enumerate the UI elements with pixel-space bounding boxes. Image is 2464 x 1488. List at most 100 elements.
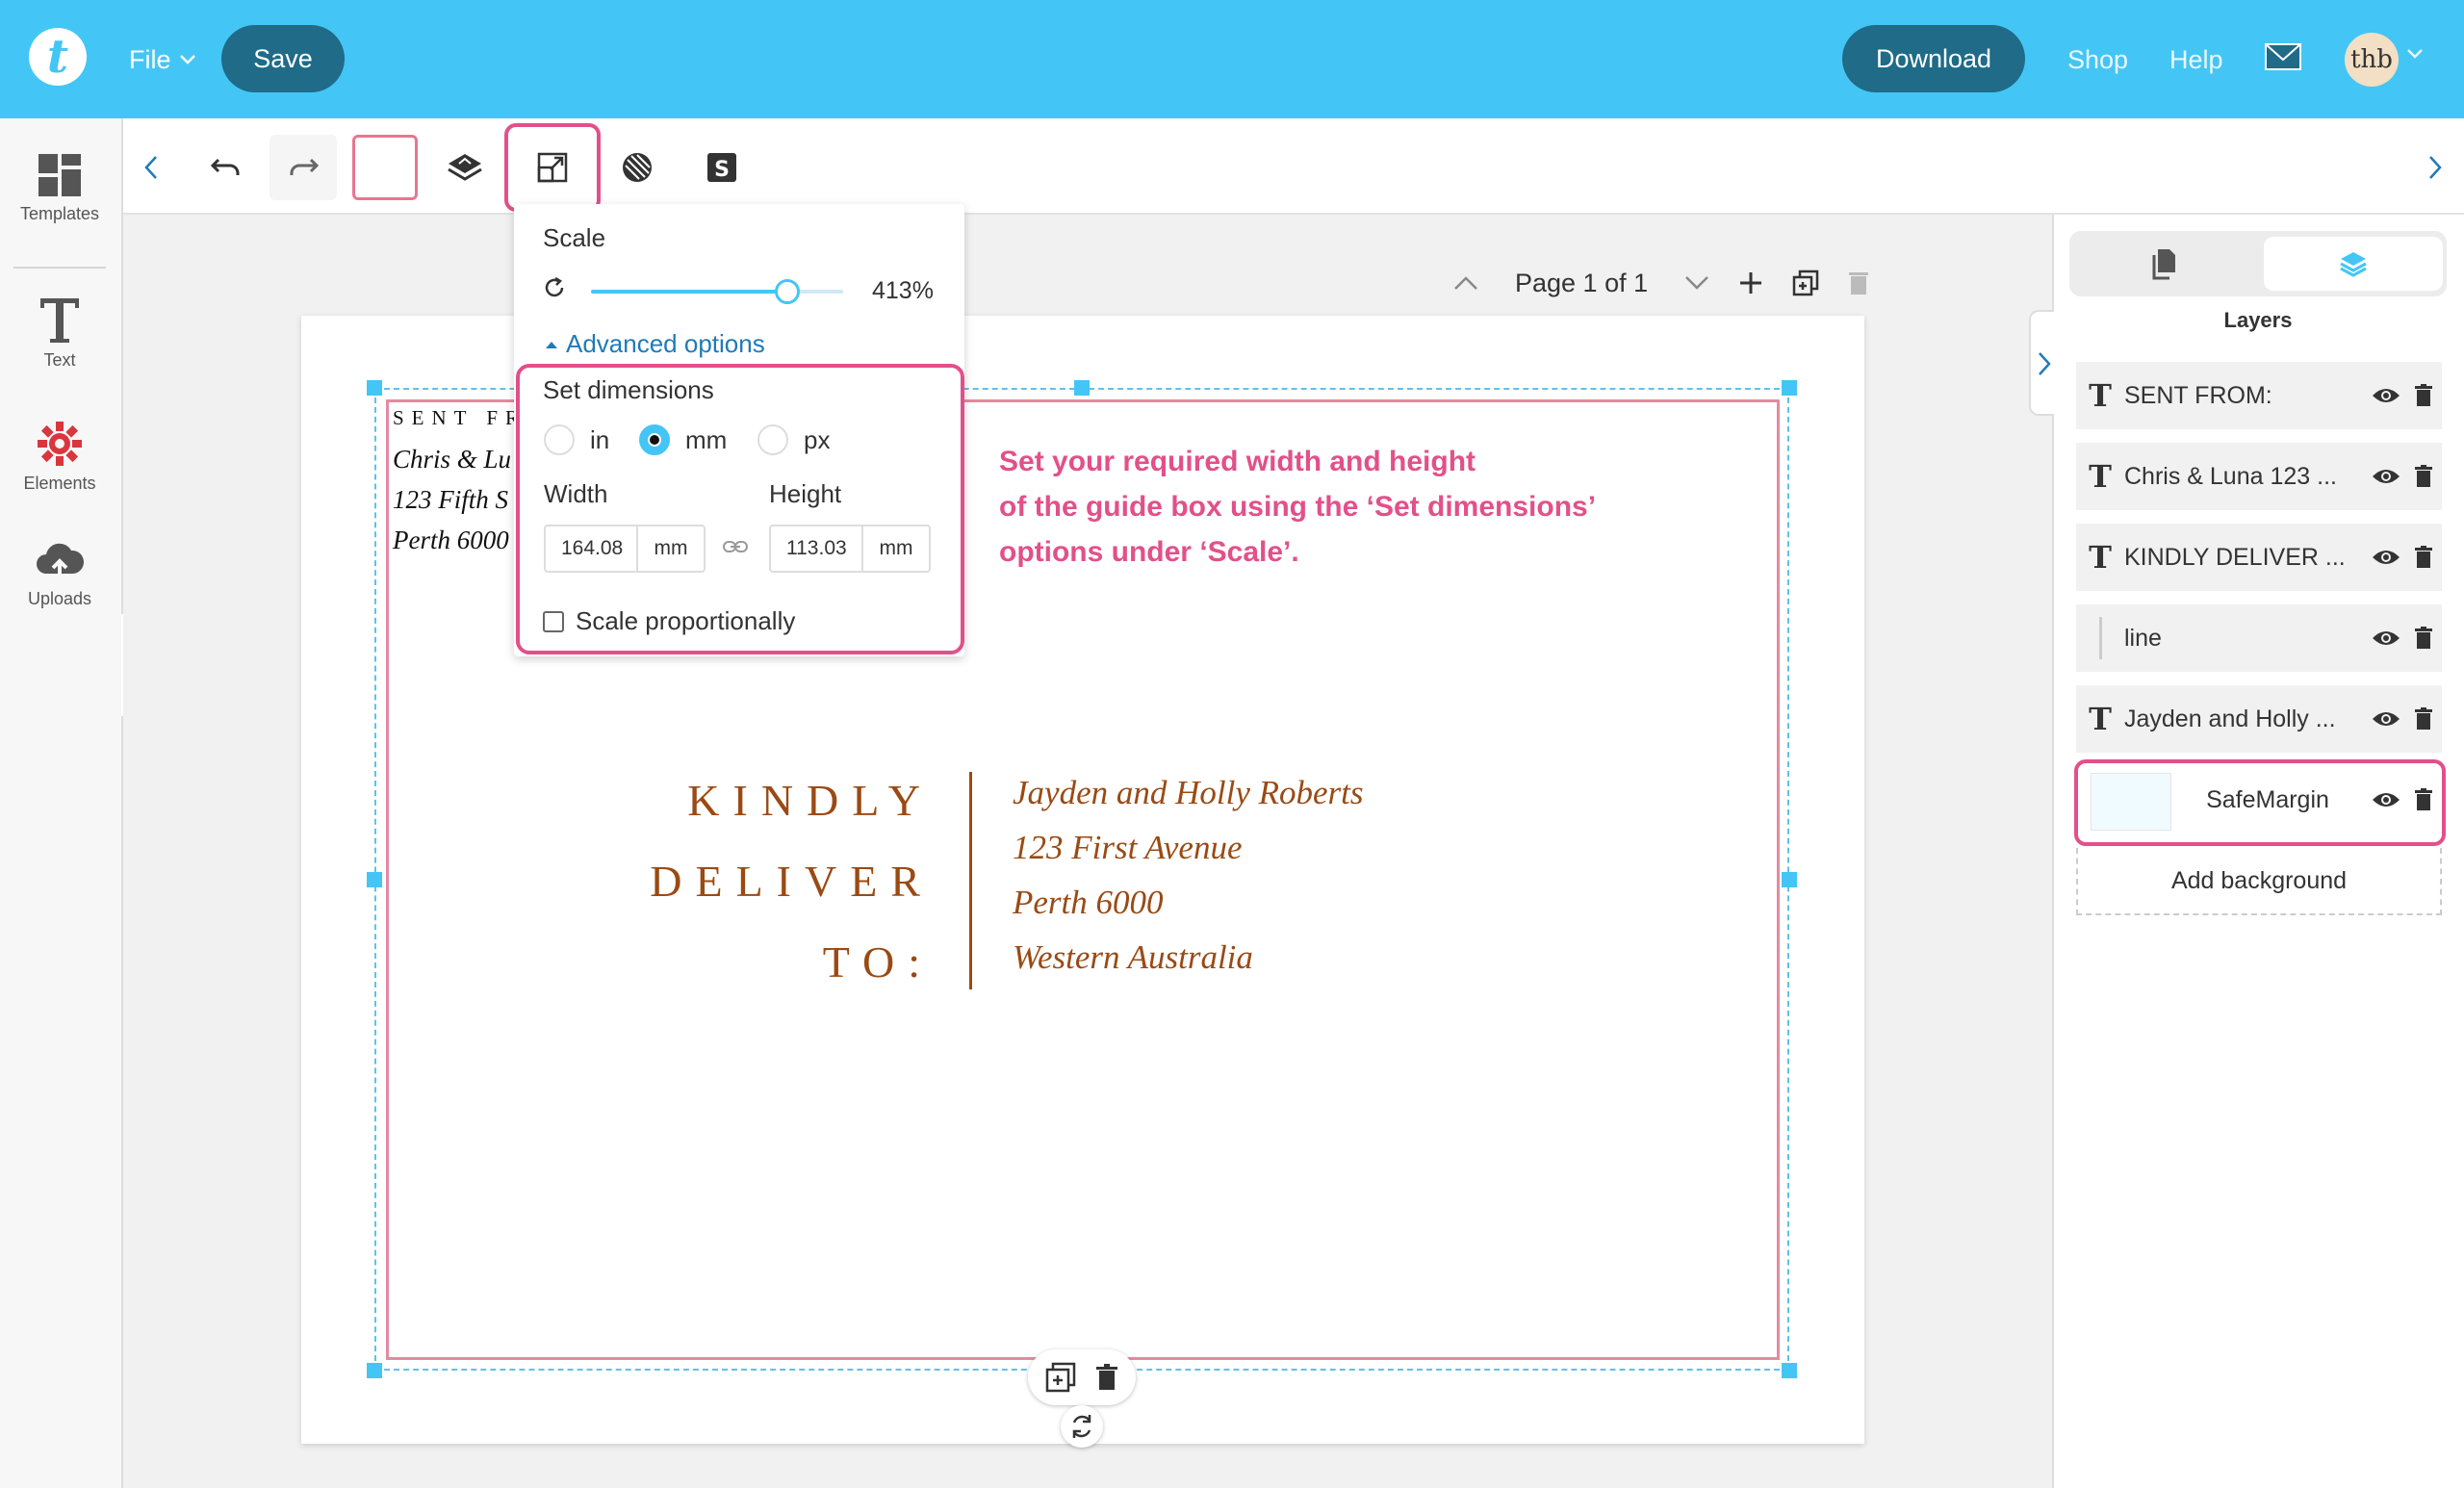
radio-button[interactable] [757,424,788,455]
delete-page-icon[interactable] [1848,270,1869,295]
instruction-line: Set your required width and height [999,446,1476,477]
download-button[interactable]: Download [1842,25,2025,92]
trash-icon[interactable] [2405,465,2442,488]
toolbar-more-button[interactable] [2427,154,2443,181]
sidebar-divider [13,267,106,269]
resize-handle[interactable] [367,872,382,887]
trash-icon[interactable] [2405,384,2442,407]
avatar[interactable]: thb [2345,33,2399,87]
scale-button[interactable] [519,135,586,200]
link-dimensions-button[interactable] [722,539,749,554]
pages-icon [2152,249,2175,280]
trash-icon[interactable] [1095,1364,1118,1391]
file-menu[interactable]: File [129,38,196,81]
height-field[interactable]: 113.03 mm [769,525,931,573]
file-menu-label: File [129,45,171,74]
width-field[interactable]: 164.08 mm [544,525,706,573]
scale-title: Scale [543,223,606,252]
shop-link[interactable]: Shop [2067,38,2128,81]
right-panel-collapse-button[interactable] [2029,310,2054,416]
instruction-line: of the guide box using the ‘Set dimensio… [999,491,1597,523]
resize-handle[interactable] [367,380,382,396]
redo-icon [290,158,319,175]
add-page-icon[interactable] [1738,270,1763,295]
layer-item[interactable]: T Jayden and Holly ... [2076,685,2442,753]
elements-icon [38,422,82,466]
eye-icon[interactable] [2367,709,2405,729]
chevron-up-icon[interactable] [1453,275,1478,291]
trash-icon[interactable] [2405,546,2442,569]
reset-scale-button[interactable] [543,276,566,299]
help-link[interactable]: Help [2169,38,2223,81]
instruction-text: Set your required width and height of th… [999,439,1692,575]
sidebar-item-label: Uploads [27,589,92,608]
duplicate-page-icon[interactable] [1792,269,1819,296]
kindly-deliver-text[interactable]: KINDLY DELIVER TO: [597,760,934,1003]
sender-line[interactable]: 123 Fifth S [393,485,508,515]
unit-radio-mm[interactable]: mm [639,424,727,455]
layer-item[interactable]: line [2076,604,2442,672]
mail-icon[interactable] [2264,42,2302,71]
layer-name: KINDLY DELIVER ... [2124,543,2346,571]
advanced-options-toggle[interactable]: Advanced options [545,329,765,359]
radio-button[interactable] [639,424,670,455]
recipient-line[interactable]: Western Australia [1013,938,1253,977]
chevron-down-icon[interactable] [1684,275,1709,291]
layer-item[interactable]: T SENT FROM: [2076,362,2442,429]
eye-icon[interactable] [2367,629,2405,648]
layer-name: line [2124,624,2162,652]
chevron-down-icon[interactable] [2406,48,2424,60]
unit-radio-px[interactable]: px [757,424,830,455]
set-dimensions-title: Set dimensions [543,375,714,404]
recipient-line[interactable]: Jayden and Holly Roberts [1013,774,1364,812]
rotate-button[interactable] [1061,1405,1103,1448]
trash-icon[interactable] [2405,707,2442,731]
opacity-button[interactable] [603,135,671,200]
add-background-button[interactable]: Add background [2076,848,2442,915]
sender-line[interactable]: Chris & Lu [393,445,511,475]
sidebar-item-uploads[interactable]: Uploads [0,541,119,609]
duplicate-icon[interactable] [1045,1362,1076,1393]
sidebar-item-elements[interactable]: Elements [0,420,119,494]
sender-line[interactable]: Perth 6000 [393,526,509,555]
recipient-line[interactable]: 123 First Avenue [1013,829,1243,867]
radio-button[interactable] [544,424,575,455]
eye-icon[interactable] [2367,467,2405,486]
sidebar-item-text[interactable]: Text [0,295,119,371]
unit-label: in [590,424,610,454]
kindly-line: KINDLY [687,776,934,825]
scale-proportionally-label: Scale proportionally [576,606,796,635]
layer-order-button[interactable] [431,135,499,200]
resize-handle[interactable] [367,1363,382,1378]
unit-radio-in[interactable]: in [544,424,609,455]
eye-icon[interactable] [2367,548,2405,567]
back-button[interactable] [117,135,185,200]
eye-icon[interactable] [2367,386,2405,405]
shop-tag-button[interactable]: S [688,135,756,200]
width-input[interactable]: 164.08 [546,526,638,571]
trash-icon[interactable] [2405,627,2442,650]
undo-button[interactable] [192,135,260,200]
recipient-line[interactable]: Perth 6000 [1013,884,1164,922]
tab-layers[interactable] [2264,237,2443,291]
sidebar-item-templates[interactable]: Templates [0,152,119,224]
layers-title: Layers [2223,308,2293,332]
redo-button[interactable] [270,135,337,200]
scale-proportionally-checkbox[interactable]: Scale proportionally [543,606,795,636]
save-button[interactable]: Save [221,25,345,92]
resize-handle[interactable] [1782,1363,1797,1378]
height-input[interactable]: 113.03 [771,526,863,571]
divider-line[interactable] [969,772,972,989]
line-layer-icon [2076,617,2124,659]
resize-handle[interactable] [1782,872,1797,887]
tab-pages[interactable] [2069,231,2258,296]
shop-tag-icon: S [707,153,736,182]
color-swatch-button[interactable] [352,135,418,200]
resize-handle[interactable] [1782,380,1797,396]
sent-from-text[interactable]: SENT FR [393,406,526,430]
checkbox[interactable] [543,610,564,632]
app-logo[interactable]: t [29,28,87,86]
layer-item[interactable]: T Chris & Luna 123 ... [2076,443,2442,510]
layer-item[interactable]: T KINDLY DELIVER ... [2076,524,2442,591]
resize-handle[interactable] [1074,380,1090,396]
